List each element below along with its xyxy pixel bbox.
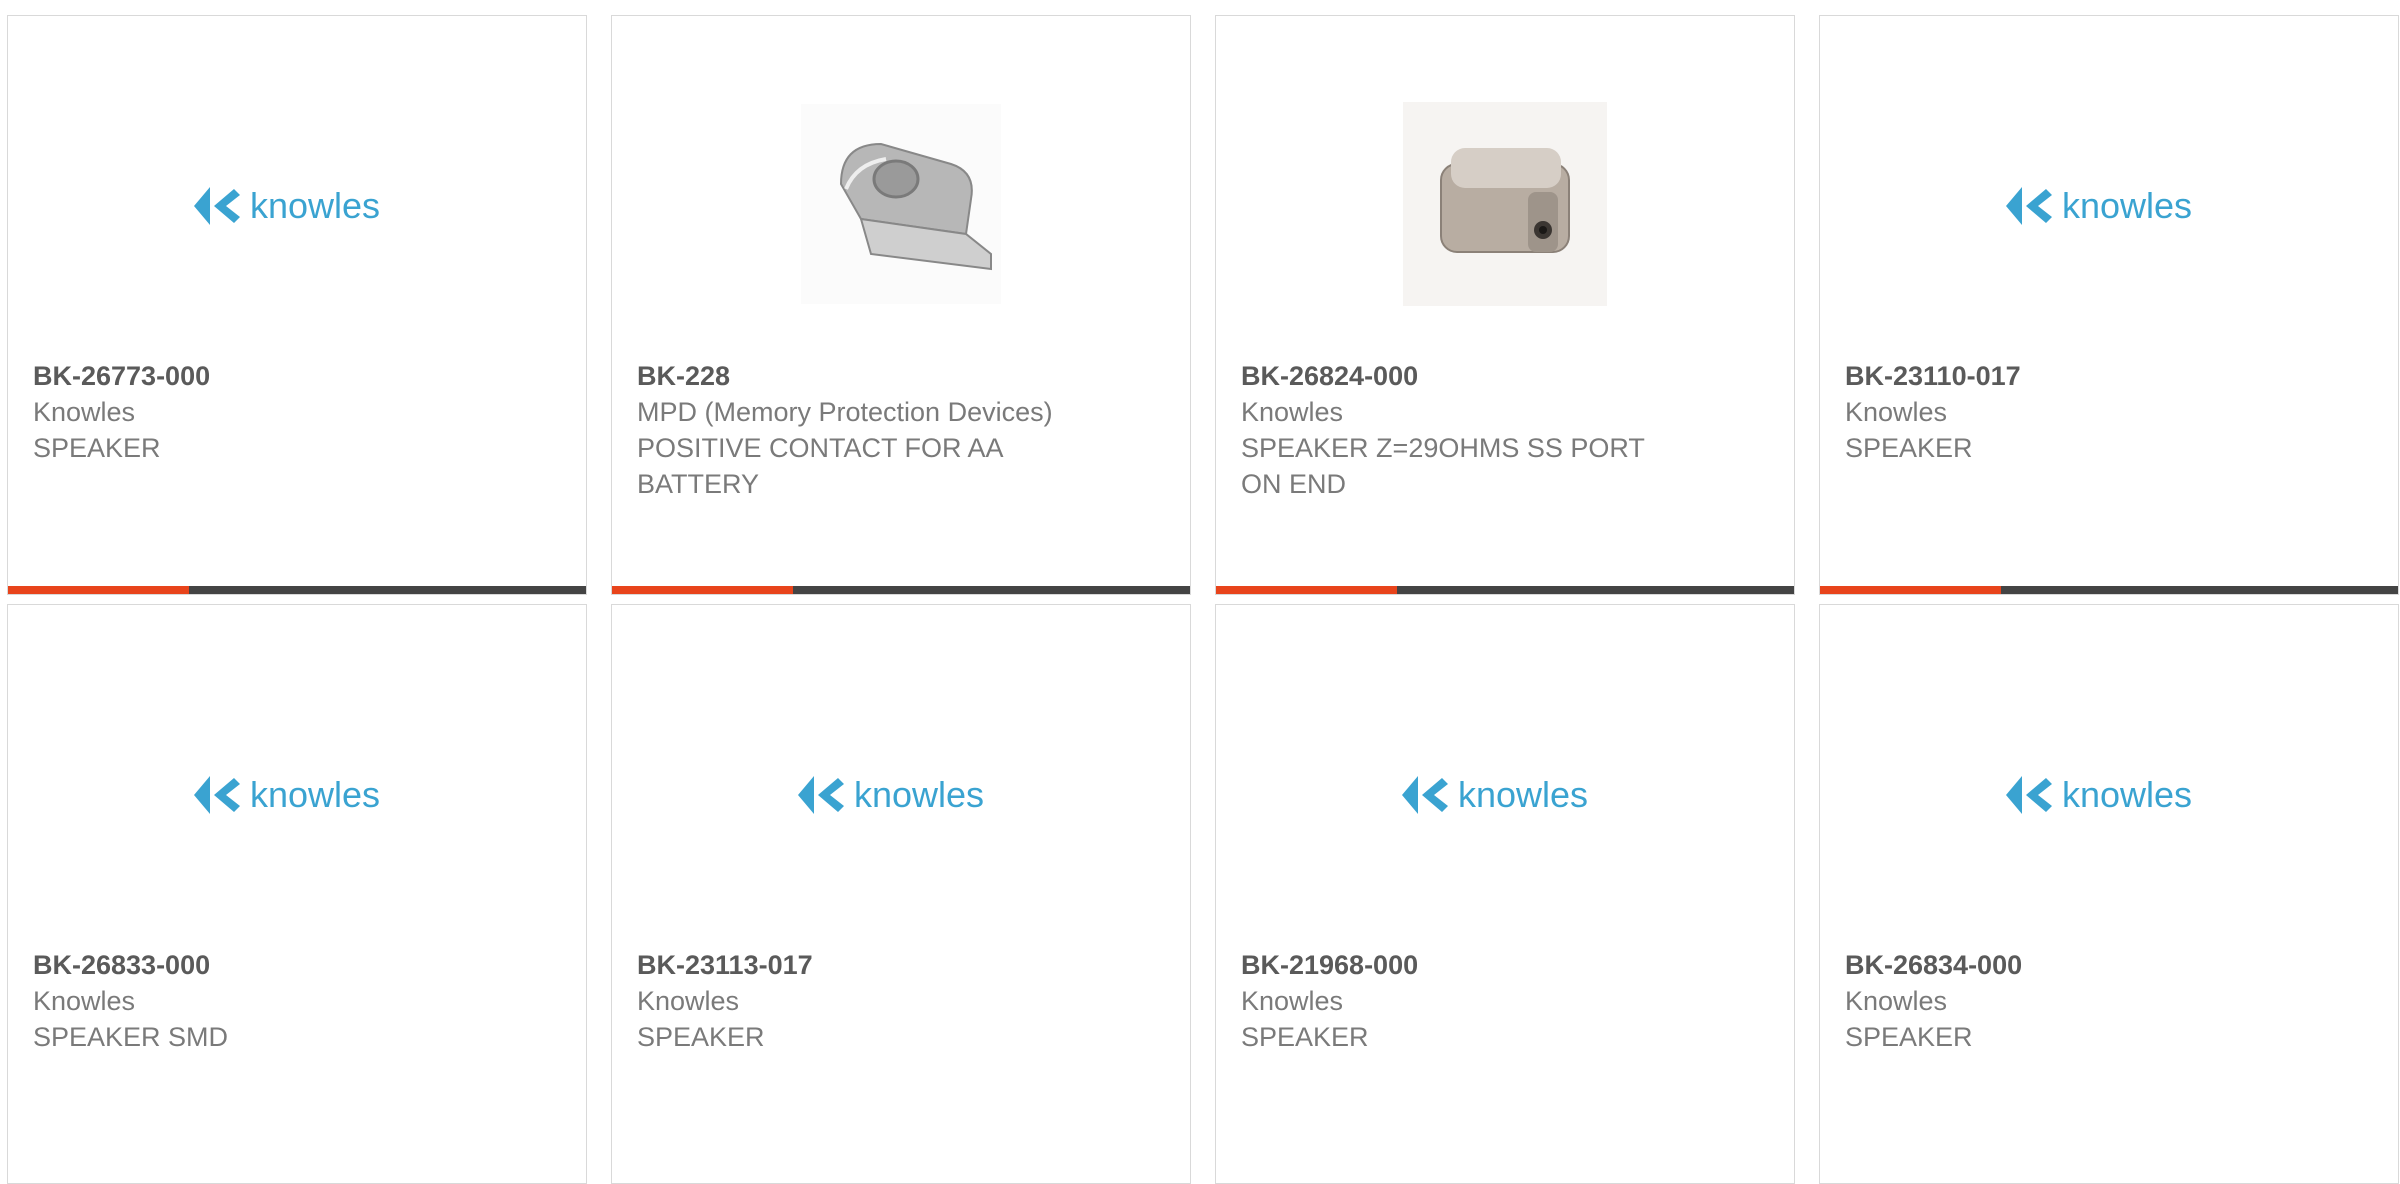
svg-text:knowles: knowles [250,774,380,815]
card-accent [1216,586,1397,594]
description: SPEAKER [33,433,161,463]
product-card[interactable]: knowles BK-23113-017 Knowles SPEAKER [611,604,1191,1184]
speaker-photo [1403,101,1607,311]
product-image[interactable]: knowles [612,645,1190,945]
manufacturer: Knowles [33,986,136,1016]
svg-text:knowles: knowles [250,185,380,226]
part-number[interactable]: BK-23110-017 [1845,358,2285,394]
svg-text:knowles: knowles [1458,774,1588,815]
description: POSITIVE CONTACT FOR AA BATTERY [637,433,1003,499]
product-info: BK-26773-000 Knowles SPEAKER [33,358,473,466]
card-accent [1820,586,2001,594]
part-number[interactable]: BK-26833-000 [33,947,473,983]
card-accent [612,586,793,594]
part-number[interactable]: BK-26824-000 [1241,358,1681,394]
product-info: BK-26833-000 Knowles SPEAKER SMD [33,947,473,1055]
svg-text:knowles: knowles [2062,774,2192,815]
knowles-logo: knowles [2004,770,2214,820]
product-info: BK-228 MPD (Memory Protection Devices) P… [637,358,1077,502]
product-card[interactable]: knowles BK-26773-000 Knowles SPEAKER [7,15,587,595]
product-image[interactable]: knowles [1216,645,1794,945]
part-number[interactable]: BK-26834-000 [1845,947,2285,983]
description: SPEAKER [1845,433,1973,463]
manufacturer: Knowles [33,397,136,427]
battery-contact-photo [801,103,1001,309]
description: SPEAKER [1241,1022,1369,1052]
product-image[interactable]: knowles [1820,645,2398,945]
knowles-logo: knowles [2004,181,2214,231]
product-info: BK-26824-000 Knowles SPEAKER Z=29OHMS SS… [1241,358,1681,502]
card-bottom-bar [1820,586,2398,594]
description: SPEAKER [1845,1022,1973,1052]
knowles-logo: knowles [192,770,402,820]
product-image[interactable] [1216,56,1794,356]
product-info: BK-23110-017 Knowles SPEAKER [1845,358,2285,466]
manufacturer: Knowles [1845,397,1948,427]
manufacturer: Knowles [637,986,740,1016]
product-grid: knowles BK-26773-000 Knowles SPEAKER BK-… [0,0,2400,1184]
description: SPEAKER SMD [33,1022,229,1052]
card-accent [8,586,189,594]
product-image[interactable]: knowles [8,645,586,945]
product-info: BK-21968-000 Knowles SPEAKER [1241,947,1681,1055]
card-bottom-bar [612,586,1190,594]
part-number[interactable]: BK-26773-000 [33,358,473,394]
manufacturer: MPD (Memory Protection Devices) [637,397,1053,427]
knowles-logo: knowles [1400,770,1610,820]
product-card[interactable]: knowles BK-23110-017 Knowles SPEAKER [1819,15,2399,595]
product-card[interactable]: knowles BK-21968-000 Knowles SPEAKER [1215,604,1795,1184]
card-bottom-bar [1216,586,1794,594]
product-image[interactable] [612,56,1190,356]
product-info: BK-23113-017 Knowles SPEAKER [637,947,1077,1055]
description: SPEAKER [637,1022,765,1052]
svg-text:knowles: knowles [854,774,984,815]
product-image[interactable]: knowles [1820,56,2398,356]
product-card[interactable]: BK-228 MPD (Memory Protection Devices) P… [611,15,1191,595]
product-image[interactable]: knowles [8,56,586,356]
description: SPEAKER Z=29OHMS SS PORT ON END [1241,433,1645,499]
svg-text:knowles: knowles [2062,185,2192,226]
knowles-logo: knowles [192,181,402,231]
card-bottom-bar [8,586,586,594]
part-number[interactable]: BK-21968-000 [1241,947,1681,983]
manufacturer: Knowles [1241,397,1344,427]
manufacturer: Knowles [1845,986,1948,1016]
product-card[interactable]: knowles BK-26834-000 Knowles SPEAKER [1819,604,2399,1184]
product-info: BK-26834-000 Knowles SPEAKER [1845,947,2285,1055]
product-card[interactable]: BK-26824-000 Knowles SPEAKER Z=29OHMS SS… [1215,15,1795,595]
knowles-logo: knowles [796,770,1006,820]
part-number[interactable]: BK-228 [637,358,1077,394]
product-card[interactable]: knowles BK-26833-000 Knowles SPEAKER SMD [7,604,587,1184]
part-number[interactable]: BK-23113-017 [637,947,1077,983]
manufacturer: Knowles [1241,986,1344,1016]
